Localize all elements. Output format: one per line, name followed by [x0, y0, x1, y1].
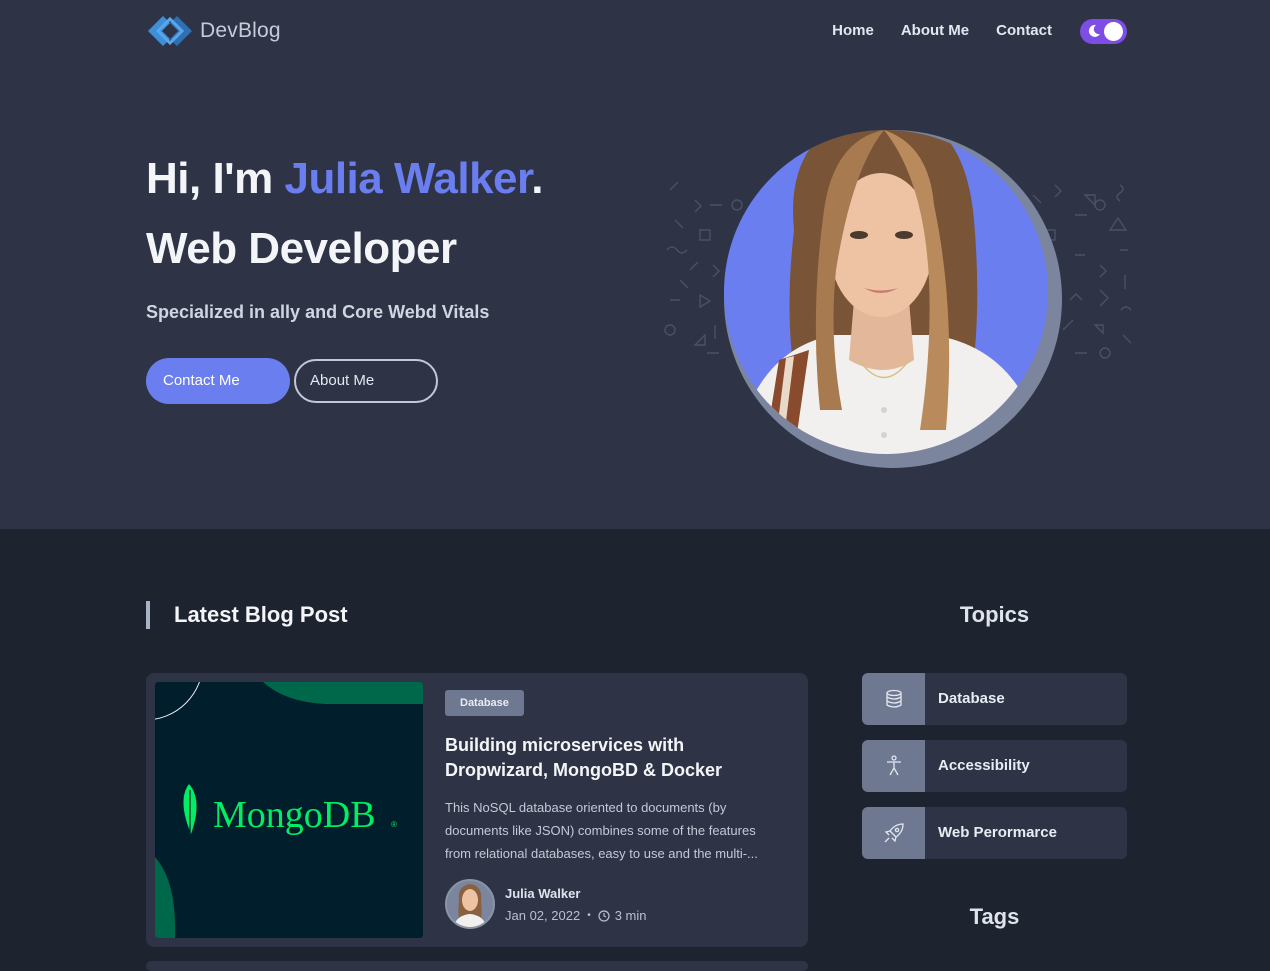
post-thumbnail: MongoDB ® [155, 682, 423, 938]
post-date: Jan 02, 2022 [505, 908, 581, 923]
topics-heading: Topics [959, 602, 1030, 627]
post-body: Database Building microservices with Dro… [445, 690, 785, 929]
post-excerpt: This NoSQL database oriented to document… [445, 800, 758, 861]
rocket-icon [884, 823, 904, 843]
topic-label: Database [938, 690, 1005, 707]
author-avatar [445, 879, 495, 929]
author-name[interactable]: Julia Walker [505, 885, 647, 903]
topic-icon-box [862, 740, 925, 792]
post-meta-text: Julia Walker Jan 02, 2022 • 3 min [505, 885, 647, 923]
nav-links: Home About Me Contact [832, 17, 1127, 45]
contact-me-button[interactable]: Contact Me [146, 358, 290, 404]
brand-logo[interactable]: DevBlog [146, 12, 281, 50]
meta-separator: • [587, 910, 591, 921]
post-date-line: Jan 02, 2022 • 3 min [505, 908, 647, 923]
post-category-tag[interactable]: Database [445, 690, 524, 716]
hero-section: DevBlog Home About Me Contact Hi, I'm Ju… [0, 0, 1270, 529]
mongodb-thumbnail-art: MongoDB ® [155, 682, 423, 938]
latest-posts-heading: Latest Blog Post [146, 601, 348, 629]
portrait-circle [724, 130, 1048, 454]
greeting-text: Hi, I'm [146, 154, 285, 203]
nav-link-home[interactable]: Home [832, 17, 874, 45]
topic-icon-box [862, 807, 925, 859]
clock-icon [598, 909, 610, 922]
mongodb-leaf-icon [183, 784, 197, 840]
read-time: 3 min [614, 908, 647, 923]
hero-greeting: Hi, I'm Julia Walker. [146, 150, 543, 208]
devblog-logo-icon [148, 16, 192, 46]
blog-post-card[interactable]: MongoDB ® Database Building microservice… [146, 673, 808, 947]
top-nav: DevBlog Home About Me Contact [146, 0, 1127, 62]
post-title[interactable]: Building microservices with Dropwizard, … [445, 733, 775, 783]
hero-name: Julia Walker [284, 154, 532, 203]
topic-database[interactable]: Database [862, 673, 1127, 725]
topic-accessibility[interactable]: Accessibility [862, 740, 1127, 792]
hero-subtitle: Specialized in ally and Core Webd Vitals [146, 302, 490, 322]
topic-icon-box [862, 673, 925, 725]
tags-heading: Tags [969, 904, 1020, 929]
topic-label: Web Perormarce [938, 824, 1057, 841]
nav-link-about[interactable]: About Me [901, 17, 969, 45]
name-period: . [531, 154, 543, 203]
mongodb-wordmark: MongoDB [213, 794, 376, 836]
toggle-knob [1104, 21, 1123, 41]
post-meta: Julia Walker Jan 02, 2022 • 3 min [445, 879, 647, 929]
portrait-image [734, 130, 1044, 454]
section-title: Latest Blog Post [174, 602, 348, 627]
database-icon [885, 689, 902, 708]
brand-name: DevBlog [200, 19, 281, 42]
theme-toggle[interactable] [1080, 18, 1127, 44]
mongodb-reg-mark: ® [391, 820, 397, 829]
moon-icon [1088, 24, 1100, 37]
topic-web-performance[interactable]: Web Perormarce [862, 807, 1127, 859]
about-me-button[interactable]: About Me [294, 359, 438, 403]
hero-role: Web Developer [146, 224, 457, 273]
blog-post-card-next[interactable] [146, 961, 808, 971]
hero-portrait [724, 130, 1064, 470]
nav-link-contact[interactable]: Contact [996, 17, 1052, 45]
topic-label: Accessibility [938, 757, 1030, 774]
accessibility-icon [886, 755, 901, 776]
